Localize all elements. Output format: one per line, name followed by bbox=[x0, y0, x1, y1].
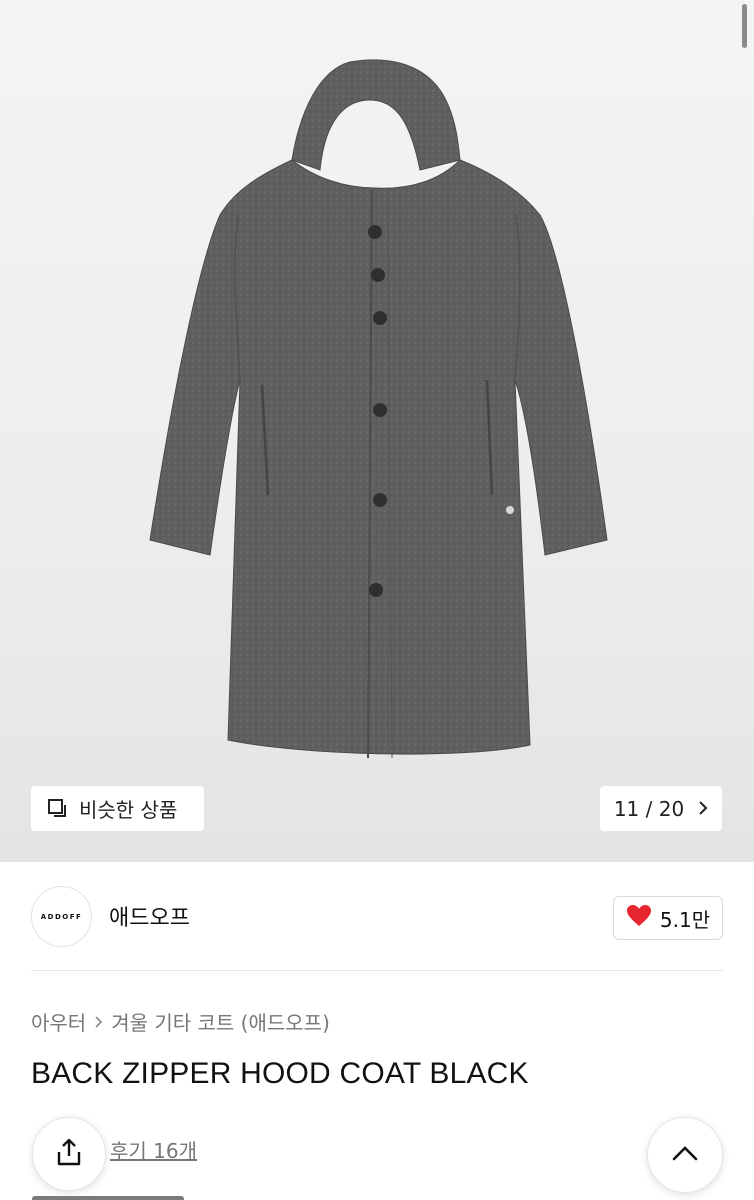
brand-row: ADDOFF 애드오프 5.1만 bbox=[31, 886, 723, 948]
divider bbox=[31, 970, 723, 971]
like-count: 5.1만 bbox=[659, 907, 711, 932]
chevron-right-icon bbox=[698, 797, 708, 821]
share-icon bbox=[54, 1137, 84, 1171]
brand-logo-text: ADDOFF bbox=[40, 912, 83, 921]
like-button[interactable]: 5.1만 bbox=[613, 896, 723, 940]
scroll-top-button[interactable] bbox=[647, 1117, 723, 1193]
similar-products-button[interactable]: 비슷한 상품 bbox=[31, 786, 204, 831]
image-counter: 11 / 20 bbox=[613, 796, 685, 821]
product-image-carousel[interactable]: 비슷한 상품 11 / 20 bbox=[0, 0, 754, 862]
brand-name[interactable]: 애드오프 bbox=[109, 900, 190, 932]
thumbnail-peek bbox=[32, 1196, 184, 1200]
product-image[interactable] bbox=[0, 0, 754, 862]
share-button[interactable] bbox=[32, 1117, 106, 1191]
scrollbar[interactable] bbox=[742, 4, 747, 48]
copy-icon bbox=[47, 798, 69, 820]
product-title: BACK ZIPPER HOOD COAT BLACK bbox=[31, 1057, 529, 1090]
heart-icon bbox=[626, 904, 652, 933]
similar-products-label: 비슷한 상품 bbox=[79, 798, 178, 822]
brand-logo[interactable]: ADDOFF bbox=[31, 886, 92, 947]
chevron-up-icon bbox=[671, 1144, 699, 1166]
reviews-link[interactable]: 후기 16개 bbox=[110, 1135, 197, 1164]
image-counter-button[interactable]: 11 / 20 bbox=[600, 786, 722, 831]
breadcrumb: 아우터 겨울 기타 코트 (애드오프) bbox=[31, 1007, 330, 1036]
breadcrumb-category[interactable]: 아우터 bbox=[31, 1007, 86, 1036]
chevron-right-icon bbox=[94, 1010, 103, 1034]
breadcrumb-subcategory[interactable]: 겨울 기타 코트 (애드오프) bbox=[111, 1007, 330, 1036]
